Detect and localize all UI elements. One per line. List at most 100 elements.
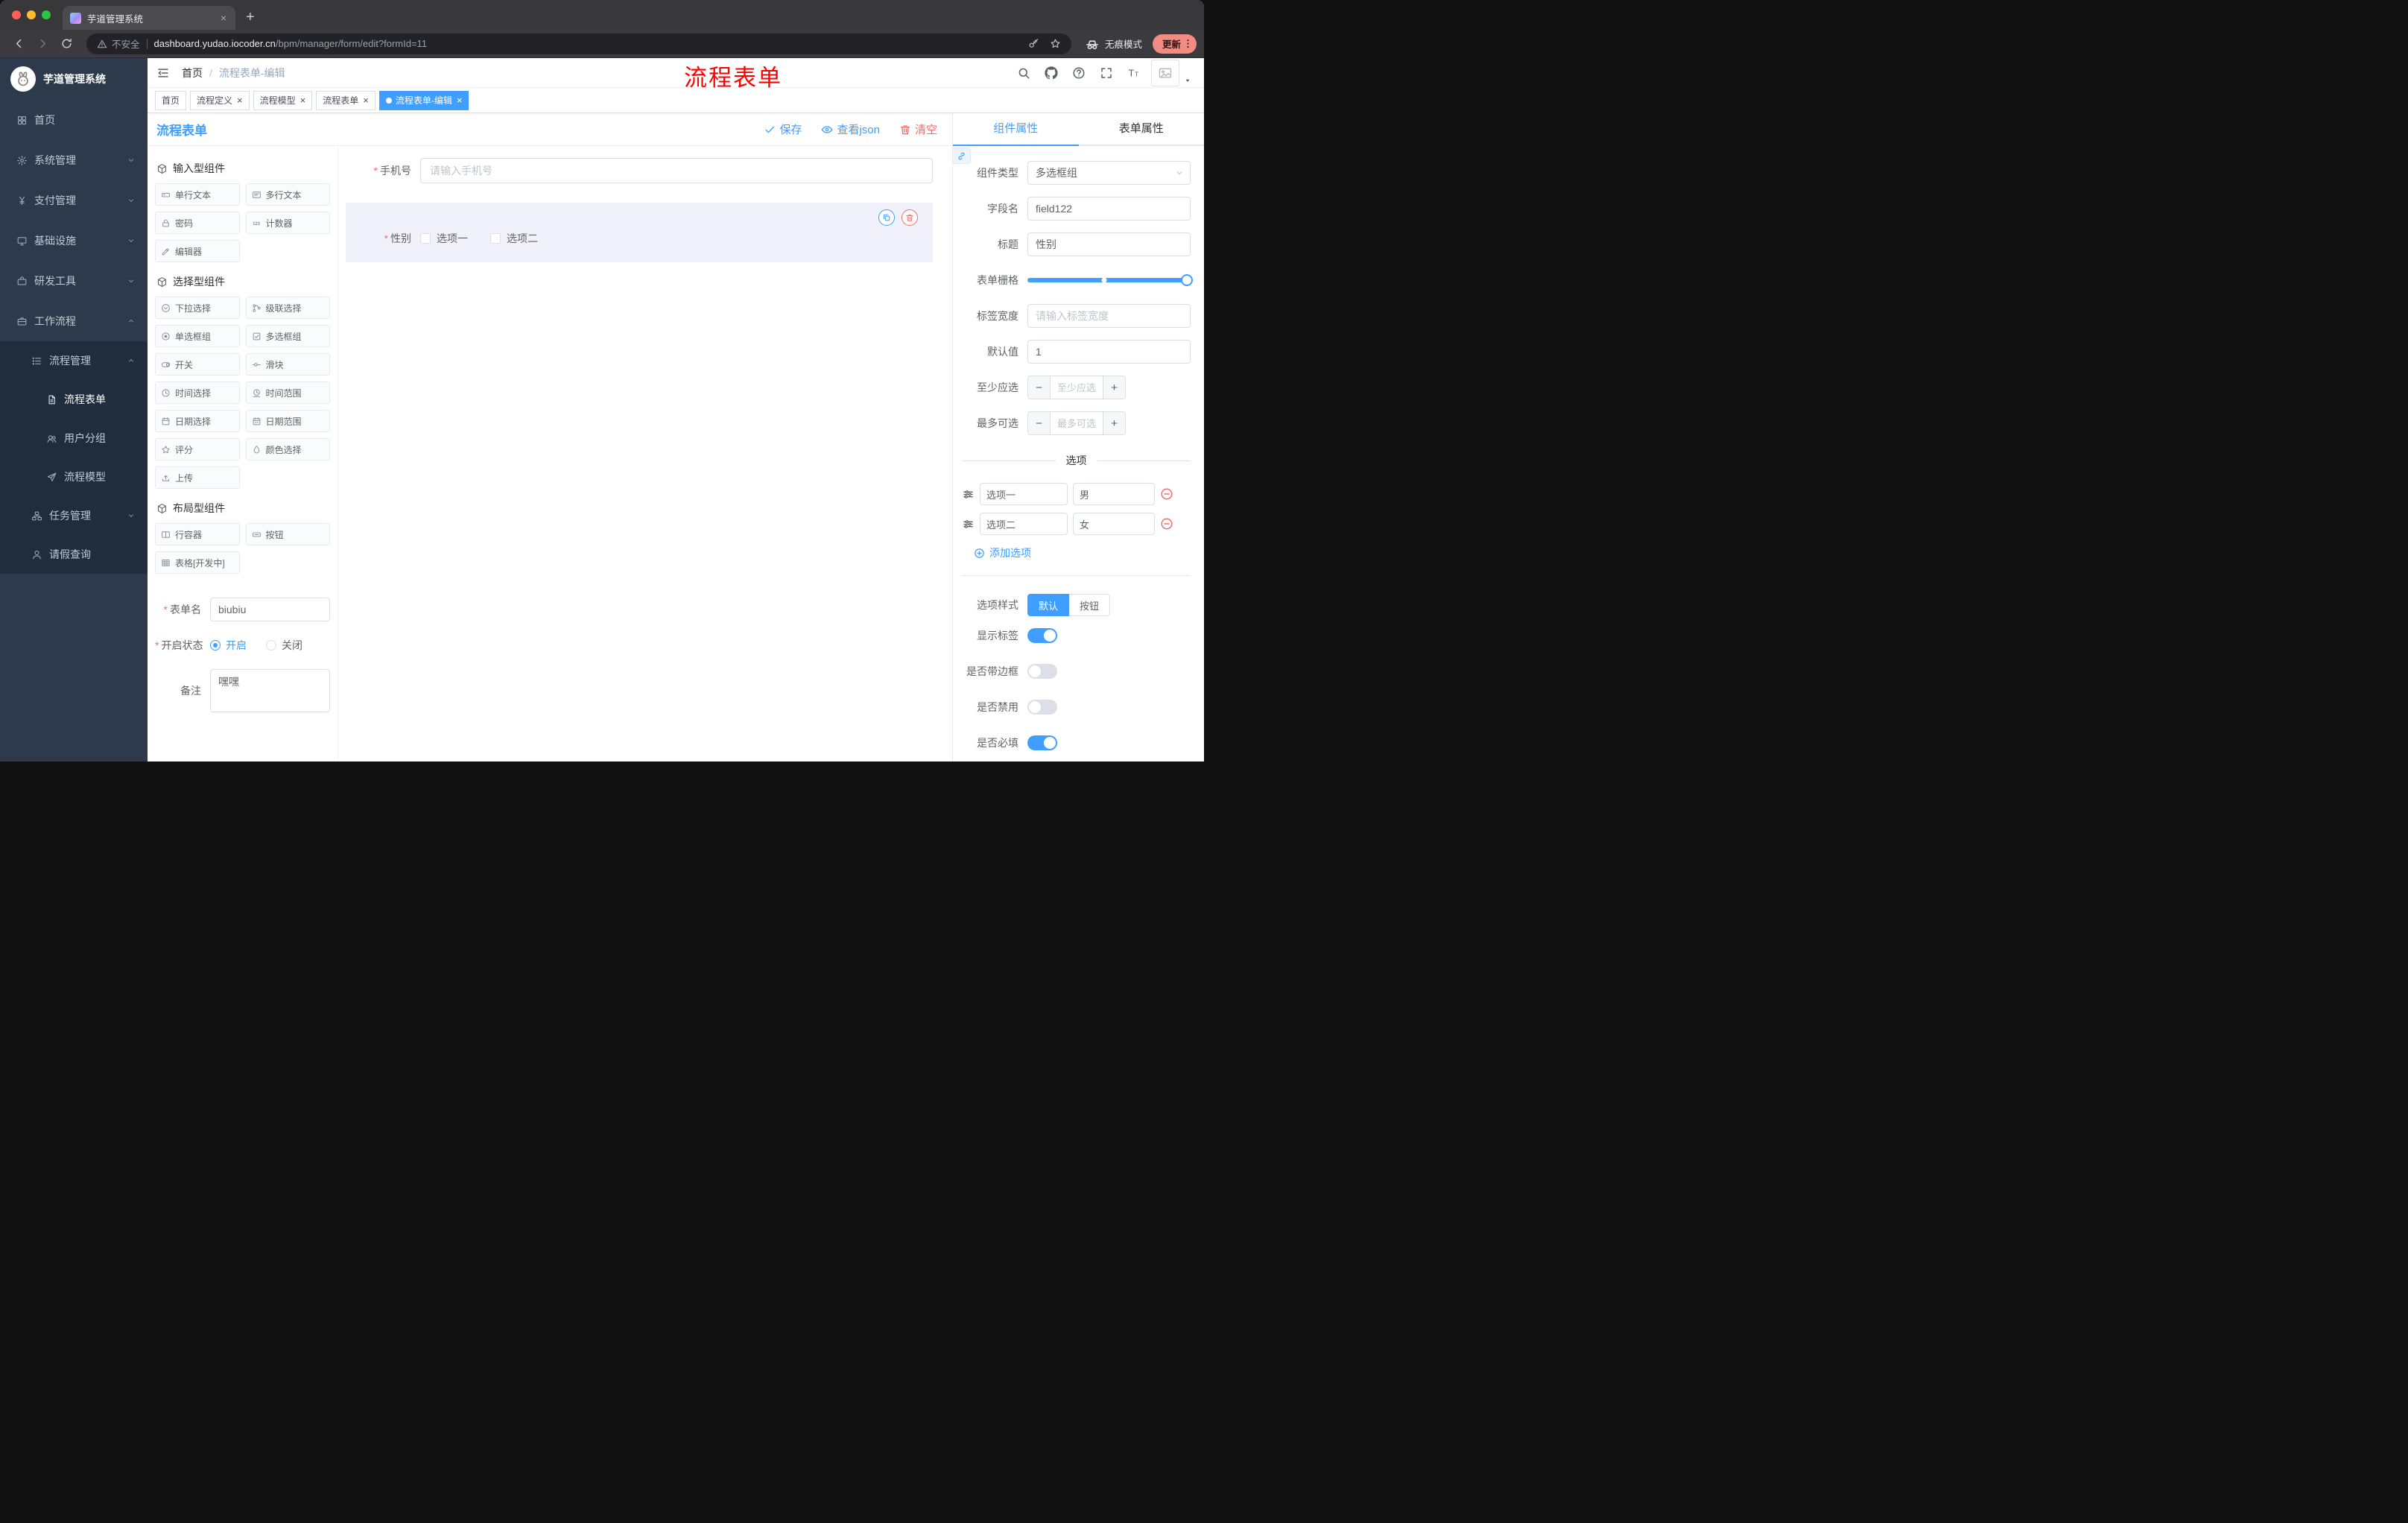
increase-button[interactable]: + [1103,376,1125,399]
component-item[interactable]: 开关 [155,353,240,376]
component-item[interactable]: 按钮 [245,523,330,545]
slider-handle[interactable] [1181,274,1193,286]
field-name-input[interactable] [1027,197,1191,221]
avatar[interactable] [1151,59,1179,86]
option-value-input[interactable] [1073,513,1155,535]
tab-close-icon[interactable]: × [219,12,228,24]
security-chip[interactable]: 不安全 [97,37,140,51]
remove-option-icon[interactable] [1160,487,1173,501]
tag[interactable]: 流程表单 × [316,90,376,110]
tag-close-icon[interactable]: × [363,95,369,106]
toggle-switch[interactable] [1027,628,1057,643]
selected-field-gender[interactable]: * 性别 选项一 选项二 [346,203,933,262]
sidebar-menu-item[interactable]: 流程管理 [0,341,148,380]
tag[interactable]: 流程模型 × [253,90,313,110]
component-item[interactable]: 多选框组 [245,325,330,347]
address-bar[interactable]: 不安全 dashboard.yudao.iocoder.cn/bpm/manag… [86,33,1071,54]
min-select-input[interactable] [1051,376,1103,399]
tag-close-icon[interactable]: × [457,95,463,106]
component-item[interactable]: 下拉选择 [155,297,240,319]
default-value-input[interactable] [1027,340,1191,364]
sidebar-menu-item[interactable]: 系统管理 [0,140,148,180]
toggle-switch[interactable] [1027,735,1057,750]
toggle-switch[interactable] [1027,700,1057,715]
component-item[interactable]: 单行文本 [155,183,240,206]
properties-tab[interactable]: 组件属性 [953,113,1079,146]
browser-tab[interactable]: 芋道管理系统 × [63,6,235,30]
component-item[interactable]: 时间选择 [155,381,240,404]
component-item[interactable]: 编辑器 [155,240,240,262]
component-item[interactable]: 行容器 [155,523,240,545]
new-tab-button[interactable]: + [246,10,255,25]
form-remark-textarea[interactable]: 嘿嘿 [210,669,330,712]
component-item[interactable]: 滑块 [245,353,330,376]
tag[interactable]: 流程定义 × [190,90,250,110]
fullscreen-icon[interactable] [1100,66,1113,80]
grid-slider[interactable] [1027,268,1193,292]
option-value-input[interactable] [1073,483,1155,505]
password-key-icon[interactable] [1028,38,1039,49]
sidebar-menu-item[interactable]: 支付管理 [0,180,148,221]
component-item[interactable]: 单选框组 [155,325,240,347]
checkbox[interactable] [490,233,501,244]
component-item[interactable]: 多行文本 [245,183,330,206]
checkbox-option[interactable]: 选项二 [490,231,538,246]
component-type-select[interactable]: 多选框组 [1027,161,1191,185]
form-name-input[interactable] [210,598,330,621]
copy-field-button[interactable] [878,209,895,226]
component-item[interactable]: 日期范围 [245,410,330,432]
phone-field[interactable]: * 手机号 [346,158,933,183]
add-option-button[interactable]: 添加选项 [974,545,1191,560]
component-item[interactable]: 计数器 [245,212,330,234]
drag-handle-icon[interactable] [962,518,975,531]
tag-close-icon[interactable]: × [237,95,243,106]
toggle-switch[interactable] [1027,664,1057,679]
sidebar-fold-button[interactable] [148,58,179,88]
bookmark-star-icon[interactable] [1050,38,1061,49]
style-button-button[interactable]: 按钮 [1069,594,1111,616]
component-item[interactable]: 级联选择 [245,297,330,319]
clear-button[interactable]: 清空 [899,121,937,137]
component-item[interactable]: 表格[开发中] [155,551,240,574]
breadcrumb-home[interactable]: 首页 [182,66,203,80]
properties-tab[interactable]: 表单属性 [1079,113,1205,146]
remove-option-icon[interactable] [1160,517,1173,531]
component-item[interactable]: 时间范围 [245,381,330,404]
forward-button[interactable] [31,33,54,55]
link-button[interactable] [953,148,971,164]
caret-down-icon[interactable] [1183,76,1192,85]
back-button[interactable] [7,33,30,55]
slider-track[interactable] [1027,274,1193,286]
component-item[interactable]: 密码 [155,212,240,234]
search-icon[interactable] [1017,66,1030,80]
sidebar-menu-item[interactable]: 流程模型 [0,457,148,496]
status-closed-radio[interactable]: 关闭 [266,638,302,653]
sidebar-menu-item[interactable]: 任务管理 [0,496,148,535]
sidebar-menu-item[interactable]: 研发工具 [0,261,148,301]
max-select-input[interactable] [1051,412,1103,434]
drag-handle-icon[interactable] [962,488,975,501]
title-input[interactable] [1027,232,1191,256]
component-item[interactable]: 上传 [155,466,240,489]
sidebar-menu-item[interactable]: 工作流程 [0,301,148,341]
component-item[interactable]: 评分 [155,438,240,460]
component-item[interactable]: 日期选择 [155,410,240,432]
sidebar-menu-item[interactable]: 首页 [0,100,148,140]
status-open-radio[interactable]: 开启 [210,638,247,653]
delete-field-button[interactable] [902,209,918,226]
font-size-icon[interactable] [1127,66,1141,80]
increase-button[interactable]: + [1103,412,1125,434]
window-minimize-button[interactable] [27,10,36,19]
component-item[interactable]: 颜色选择 [245,438,330,460]
style-default-button[interactable]: 默认 [1027,594,1070,616]
github-icon[interactable] [1045,66,1058,80]
tag[interactable]: 首页 [155,90,187,110]
checkbox[interactable] [420,233,431,244]
browser-update-button[interactable]: 更新 [1152,34,1197,54]
phone-input[interactable] [420,158,933,183]
label-width-input[interactable] [1027,304,1191,328]
sidebar-menu-item[interactable]: 基础设施 [0,221,148,261]
reload-button[interactable] [55,33,77,55]
save-button[interactable]: 保存 [764,121,802,137]
window-zoom-button[interactable] [42,10,51,19]
